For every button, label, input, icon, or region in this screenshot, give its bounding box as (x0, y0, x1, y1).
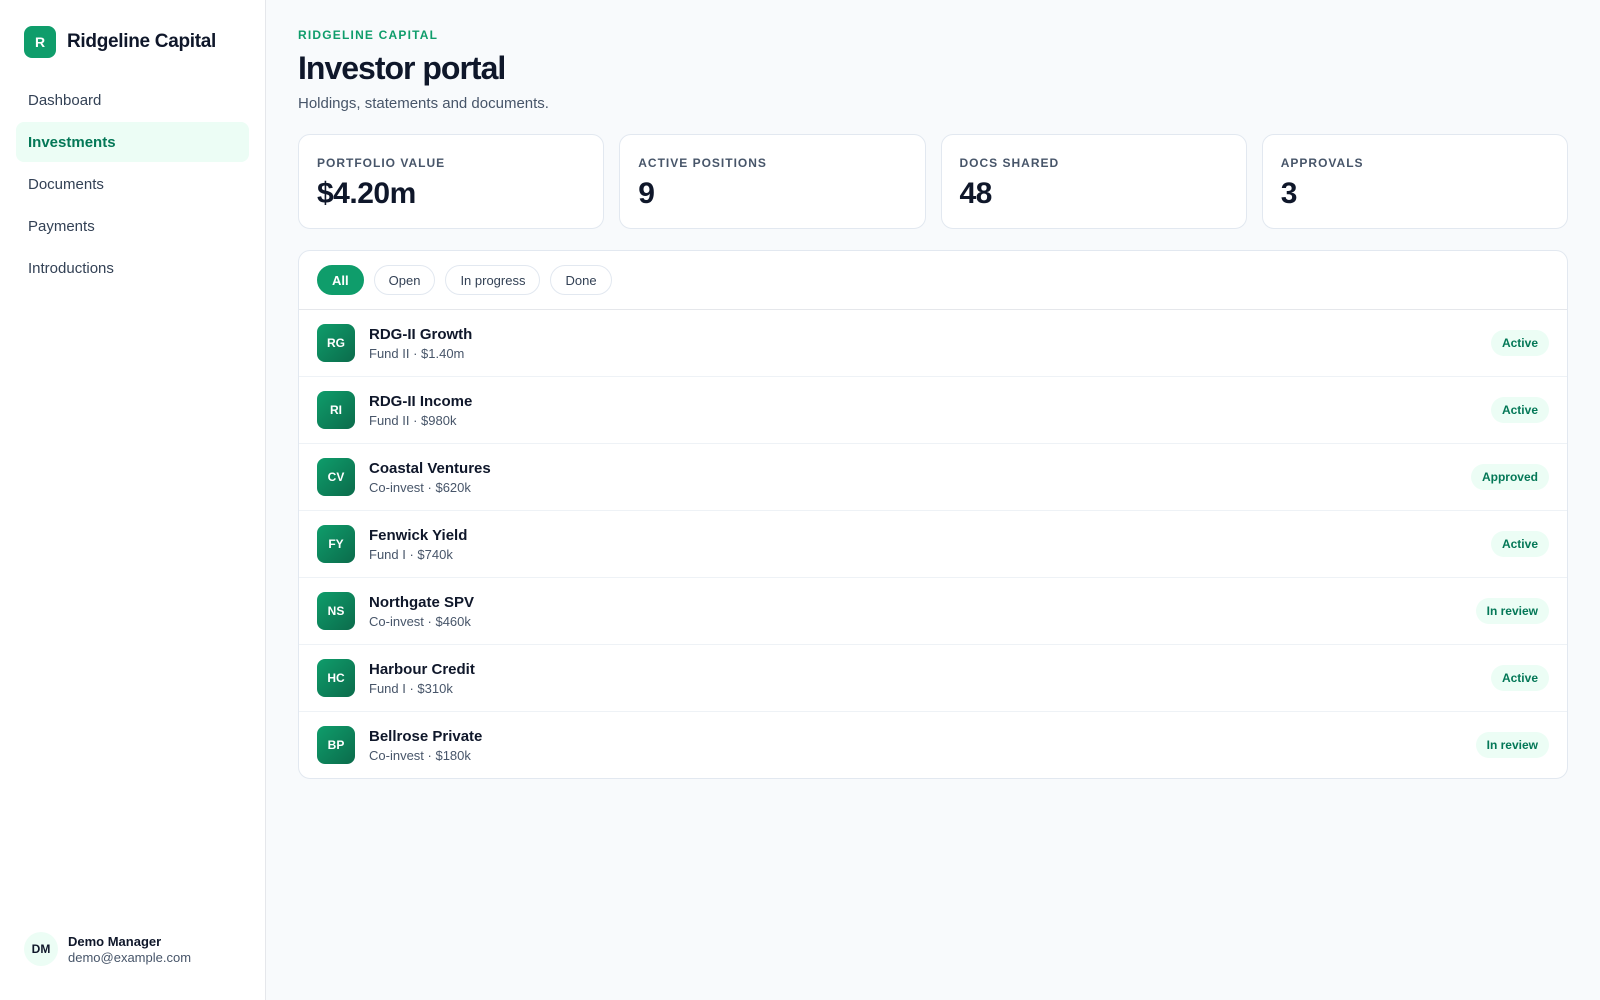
investment-detail: Co-invest · $180k (369, 747, 471, 763)
brand-logo: R (24, 26, 56, 58)
avatar: DM (24, 932, 58, 966)
investment-text: Harbour Credit Fund I · $310k (369, 661, 1491, 696)
stat-value: 48 (959, 177, 993, 210)
stats-row: PORTFOLIO VALUE $4.20m ACTIVE POSITIONS … (298, 134, 1568, 229)
investment-detail: Co-invest · $460k (369, 613, 471, 629)
investment-detail: Fund II · $1.40m (369, 345, 465, 361)
stat-label: DOCS SHARED (959, 156, 1060, 170)
stat-label: PORTFOLIO VALUE (317, 156, 446, 170)
investment-text: Bellrose Private Co-invest · $180k (369, 728, 1476, 763)
list-item[interactable]: BP Bellrose Private Co-invest · $180k In… (299, 712, 1567, 778)
investment-text: RDG-II Income Fund II · $980k (369, 393, 1491, 428)
status-badge: Approved (1470, 464, 1549, 490)
investment-avatar: CV (317, 458, 355, 496)
investment-avatar: NS (317, 592, 355, 630)
investment-name: RDG-II Income (369, 392, 473, 410)
investment-name: Bellrose Private (369, 727, 483, 745)
investment-detail: Fund I · $310k (369, 680, 453, 696)
status-badge: In review (1475, 598, 1549, 624)
page-eyebrow: RIDGELINE CAPITAL (298, 28, 439, 42)
stat-value: 3 (1280, 177, 1298, 210)
filter-chip-in-progress[interactable]: In progress (445, 265, 541, 295)
investment-text: Coastal Ventures Co-invest · $620k (369, 460, 1471, 495)
investment-detail: Fund I · $740k (369, 546, 453, 562)
sidebar-item-dashboard[interactable]: Dashboard (16, 80, 249, 120)
status-badge: Active (1490, 531, 1549, 557)
filter-chip-open[interactable]: Open (373, 265, 436, 295)
investment-name: Harbour Credit (369, 660, 475, 678)
filter-chip-all[interactable]: All (317, 265, 364, 295)
investment-name: Fenwick Yield (369, 526, 468, 544)
user-info: Demo Manager demo@example.com (68, 934, 191, 965)
sidebar-item-documents[interactable]: Documents (16, 164, 249, 204)
investment-avatar: HC (317, 659, 355, 697)
stat-card-portfolio-value: PORTFOLIO VALUE $4.20m (298, 134, 605, 229)
status-badge: Active (1490, 665, 1549, 691)
brand-name: Ridgeline Capital (67, 31, 217, 52)
list-item[interactable]: CV Coastal Ventures Co-invest · $620k Ap… (299, 444, 1567, 511)
list-item[interactable]: HC Harbour Credit Fund I · $310k Active (299, 645, 1567, 712)
investment-text: Fenwick Yield Fund I · $740k (369, 527, 1491, 562)
brand[interactable]: R Ridgeline Capital (16, 26, 249, 58)
page-subtitle: Holdings, statements and documents. (298, 95, 549, 112)
sidebar-item-investments[interactable]: Investments (16, 122, 249, 162)
filter-chip-done[interactable]: Done (550, 265, 612, 295)
sidebar-item-payments[interactable]: Payments (16, 206, 249, 246)
filter-bar: All Open In progress Done (299, 251, 1567, 310)
investment-avatar: FY (317, 525, 355, 563)
page-title: Investor portal (298, 50, 506, 86)
investment-avatar: RG (317, 324, 355, 362)
status-badge: Active (1490, 397, 1549, 423)
sidebar: R Ridgeline Capital Dashboard Investment… (0, 0, 266, 1000)
list-item[interactable]: RI RDG-II Income Fund II · $980k Active (299, 377, 1567, 444)
investment-detail: Co-invest · $620k (369, 479, 471, 495)
stat-card-active-positions: ACTIVE POSITIONS 9 (619, 134, 926, 229)
stat-label: ACTIVE POSITIONS (638, 156, 767, 170)
status-badge: Active (1490, 330, 1549, 356)
user-email: demo@example.com (68, 949, 192, 965)
list-item[interactable]: RG RDG-II Growth Fund II · $1.40m Active (299, 310, 1567, 377)
list-item[interactable]: FY Fenwick Yield Fund I · $740k Active (299, 511, 1567, 578)
list-item[interactable]: NS Northgate SPV Co-invest · $460k In re… (299, 578, 1567, 645)
stat-value: $4.20m (317, 177, 416, 210)
sidebar-item-introductions[interactable]: Introductions (16, 248, 249, 288)
stat-card-docs-shared: DOCS SHARED 48 (940, 134, 1247, 229)
stat-value: 9 (638, 177, 655, 210)
investment-name: Coastal Ventures (369, 459, 491, 477)
investment-text: RDG-II Growth Fund II · $1.40m (369, 326, 1491, 361)
investments-panel: All Open In progress Done RG RDG-II Grow… (298, 250, 1568, 779)
user-name: Demo Manager (68, 933, 162, 949)
stat-label: APPROVALS (1280, 156, 1364, 170)
investment-avatar: RI (317, 391, 355, 429)
stat-card-approvals: APPROVALS 3 (1261, 134, 1568, 229)
investment-detail: Fund II · $980k (369, 412, 457, 428)
investment-name: Northgate SPV (369, 593, 475, 611)
main-content: RIDGELINE CAPITAL Investor portal Holdin… (266, 0, 1600, 1000)
status-badge: In review (1475, 732, 1549, 758)
user-profile[interactable]: DM Demo Manager demo@example.com (16, 932, 249, 966)
investment-name: RDG-II Growth (369, 325, 473, 343)
investment-text: Northgate SPV Co-invest · $460k (369, 594, 1476, 629)
sidebar-nav: Dashboard Investments Documents Payments… (16, 80, 249, 288)
investment-avatar: BP (317, 726, 355, 764)
